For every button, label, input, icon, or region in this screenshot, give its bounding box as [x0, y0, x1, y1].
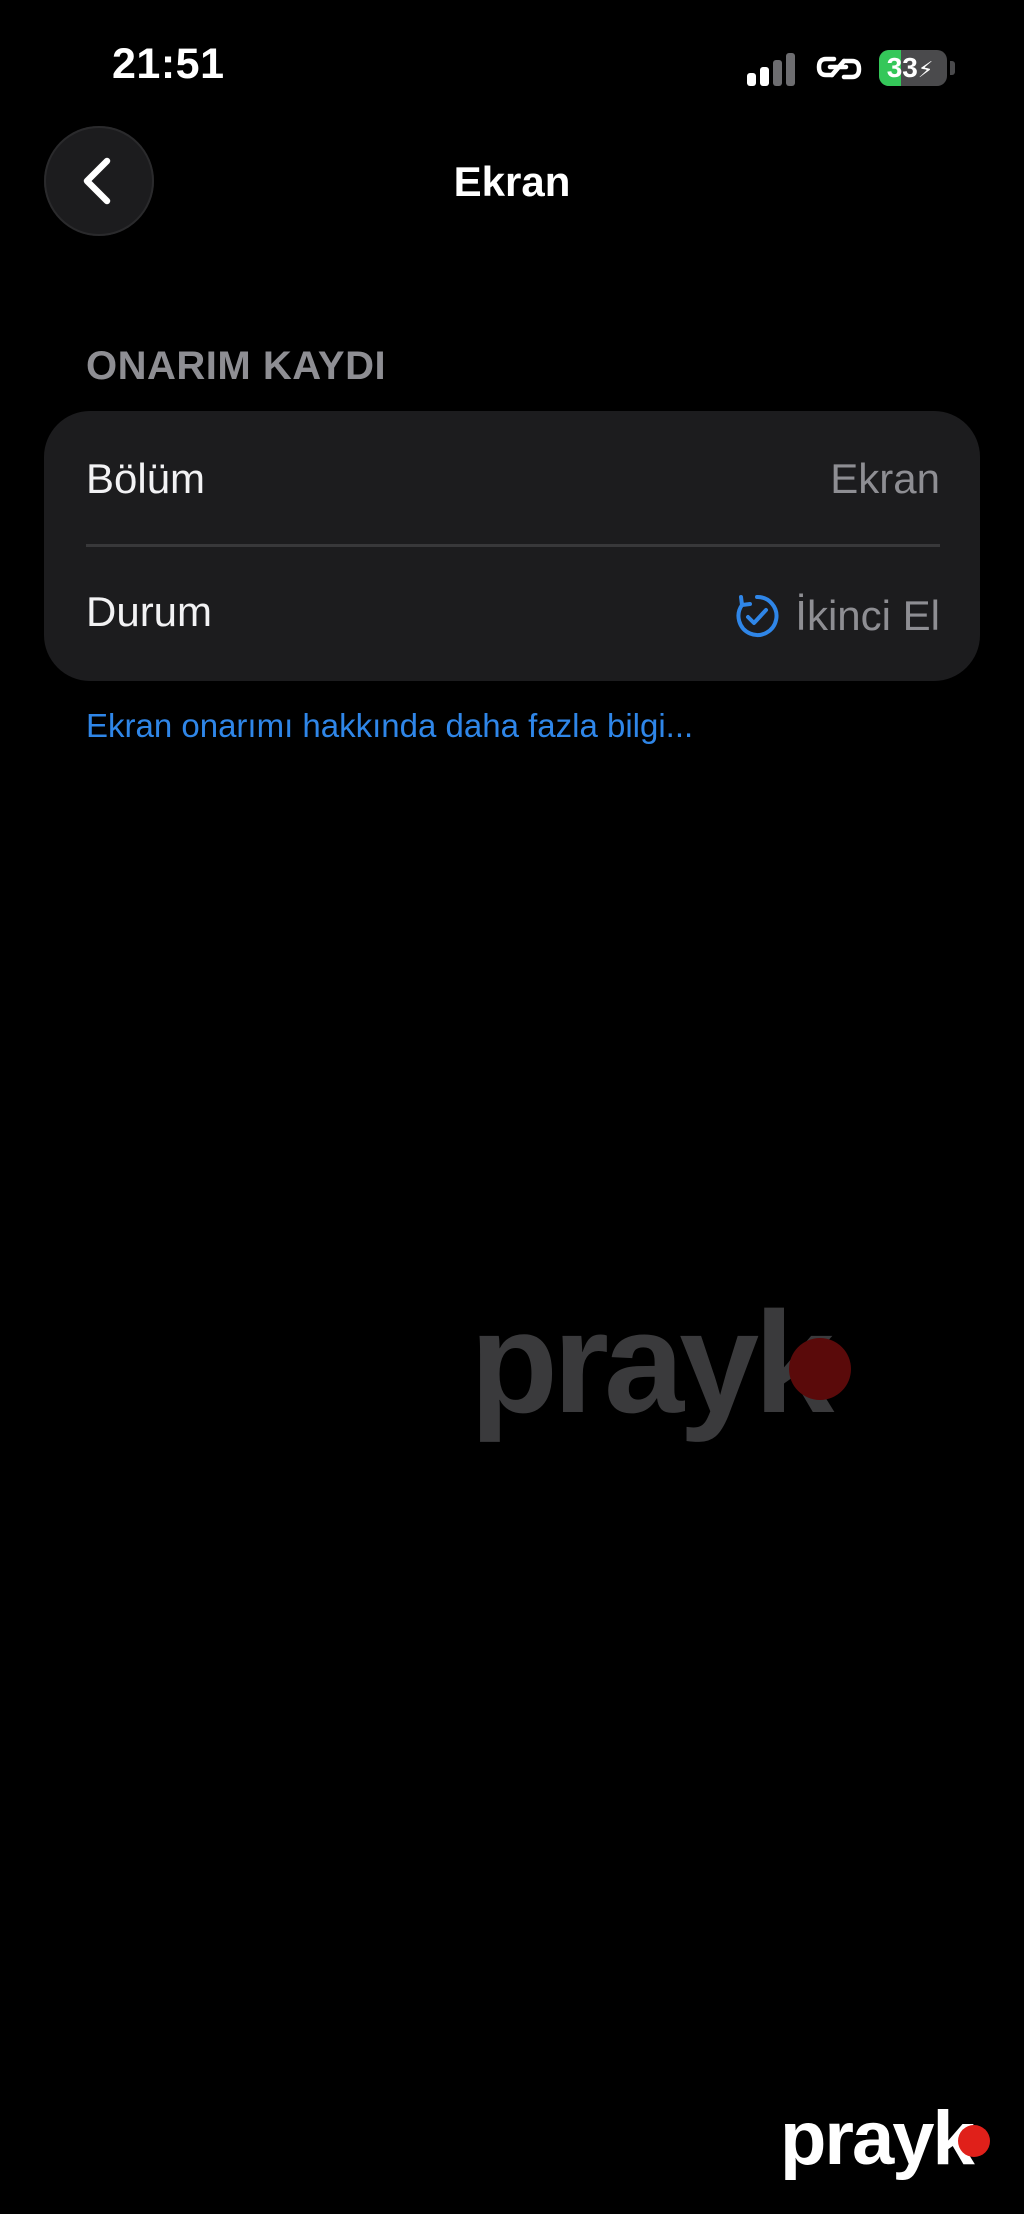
battery-charging-icon: 33⚡: [879, 50, 947, 86]
section-header: ONARIM KAYDI: [86, 344, 387, 388]
repair-status-row: Durum İkinci El: [86, 547, 940, 681]
cellular-signal-icon: [747, 52, 799, 86]
watermark-dot: [789, 1338, 851, 1400]
status-bar-time: 21:51: [112, 40, 225, 88]
page-title: Ekran: [453, 158, 571, 205]
link-icon: [816, 56, 862, 80]
status-text: İkinci El: [795, 592, 940, 639]
repair-info-link[interactable]: Ekran onarımı hakkında daha fazla bilgi.…: [86, 707, 693, 745]
watermark-logo: prayk: [470, 1282, 834, 1443]
repair-part-row: Bölüm Ekran: [86, 411, 940, 545]
watermark-corner-logo: prayk: [780, 2096, 975, 2181]
row-value: Ekran: [830, 455, 940, 502]
watermark-corner-dot: [958, 2125, 990, 2157]
row-label: Bölüm: [86, 455, 206, 502]
battery-percent: 33⚡: [886, 52, 934, 83]
row-label: Durum: [86, 588, 213, 635]
status-value: İkinci El: [733, 592, 940, 640]
repair-record-card: Bölüm Ekran Durum İkinci El: [44, 411, 980, 681]
checkmark-refresh-icon: [736, 594, 779, 637]
battery-cap: [950, 61, 955, 75]
